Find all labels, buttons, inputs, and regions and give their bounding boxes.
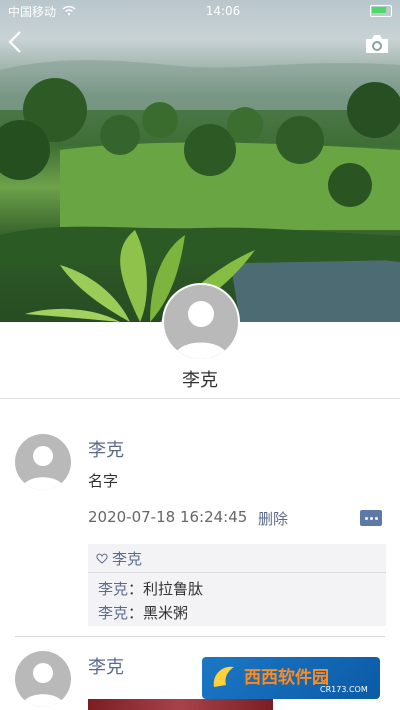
comment-author[interactable]: 李克 [98, 604, 128, 622]
wifi-icon [62, 6, 76, 16]
header-divider [0, 398, 400, 399]
default-avatar-icon [22, 663, 64, 707]
cover-image[interactable] [0, 0, 400, 322]
default-avatar-icon [174, 301, 228, 359]
watermark-brand: 西西软件园 [244, 667, 329, 688]
camera-button[interactable] [364, 33, 390, 55]
comment-separator: ： [128, 604, 144, 622]
more-dots-icon [364, 516, 368, 520]
likes-divider [88, 572, 386, 573]
more-dot [374, 516, 378, 520]
comment-author[interactable]: 李克 [98, 580, 128, 598]
carrier-label: 中国移动 [8, 4, 57, 19]
comment-item[interactable]: 李克：黑米粥 [98, 602, 188, 623]
post-divider [15, 636, 385, 637]
watermark-graphic: 西西软件园 CR173.COM [213, 666, 368, 694]
battery-icon [369, 5, 392, 17]
post-author[interactable]: 李克 [88, 436, 124, 462]
like-names[interactable]: 李克 [112, 548, 142, 569]
comment-text: 黑米粥 [143, 604, 189, 622]
comment-item[interactable]: 李克：利拉鲁肽 [98, 578, 203, 599]
more-dot [369, 516, 373, 520]
profile-avatar[interactable] [162, 283, 240, 361]
comment-text: 利拉鲁肽 [143, 580, 204, 598]
chevron-left-icon [8, 31, 21, 53]
post-avatar[interactable] [15, 434, 71, 490]
camera-icon [366, 35, 388, 53]
comment-menu-button[interactable] [360, 510, 382, 526]
feedback-panel: 李克 李克：利拉鲁肽 李克：黑米粥 [88, 544, 386, 626]
comment-separator: ： [128, 580, 144, 598]
post-avatar[interactable] [15, 651, 71, 707]
likes-row: 李克 [96, 548, 142, 569]
watermark-logo: 西西软件园 CR173.COM [202, 657, 380, 699]
profile-name: 李克 [182, 370, 218, 391]
landscape-illustration [0, 60, 400, 322]
post-time: 2020-07-18 16:24:45 [88, 508, 248, 526]
default-avatar-icon [22, 446, 64, 490]
back-button[interactable] [8, 30, 32, 60]
watermark-url: CR173.COM [320, 685, 368, 694]
heart-icon [96, 553, 108, 564]
delete-button[interactable]: 删除 [258, 508, 288, 529]
post-text: 名字 [88, 472, 119, 490]
status-bar: 中国移动 14:06 [0, 0, 400, 22]
post-author[interactable]: 李克 [88, 653, 124, 679]
clock: 14:06 [205, 4, 241, 18]
post-image[interactable] [88, 699, 273, 710]
